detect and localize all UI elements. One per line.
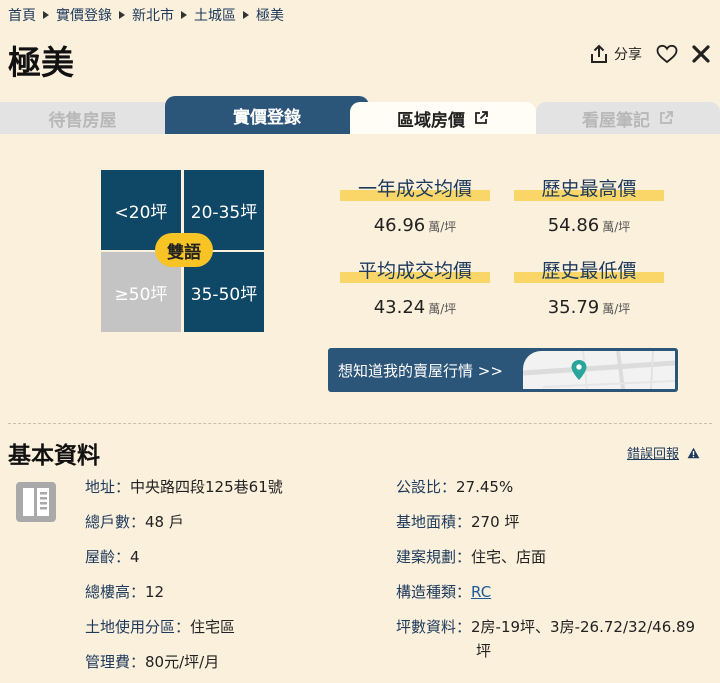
- stat-historic-high: 歷史最高價 54.86 萬/坪: [514, 174, 664, 236]
- stat-unit: 萬/坪: [602, 220, 631, 234]
- stat-historic-low: 歷史最低價 35.79 萬/坪: [514, 256, 664, 318]
- breadcrumb-city[interactable]: 新北市: [132, 5, 174, 25]
- field-key: 坪數資料：: [396, 618, 472, 636]
- stat-unit: 萬/坪: [602, 302, 631, 316]
- external-link-icon: [658, 110, 674, 126]
- field-public-ratio: 公設比：27.45%: [396, 476, 513, 498]
- field-value: 2房-19坪、3房-26.72/32/46.89: [471, 618, 696, 636]
- field-project-planning: 建案規劃：住宅、店面: [396, 546, 546, 568]
- stat-unit: 萬/坪: [428, 220, 457, 234]
- field-total-units: 總戶數：48 戶: [85, 511, 184, 533]
- stat-number: 43.24: [373, 297, 426, 318]
- field-key: 屋齡：: [85, 548, 131, 566]
- sell-price-banner[interactable]: 想知道我的賣屋行情 >>: [328, 348, 678, 392]
- close-icon: [692, 45, 710, 63]
- field-value: 270 坪: [471, 513, 520, 531]
- breadcrumb-arrow-icon: [119, 11, 125, 19]
- map-illustration: [522, 350, 676, 390]
- field-key: 管理費：: [85, 653, 146, 671]
- tab-bar: 待售房屋 看屋筆記 區域房價 實價登錄: [0, 96, 720, 134]
- tab-label: 區域房價: [397, 110, 465, 131]
- field-land-area: 基地面積：270 坪: [396, 511, 519, 533]
- field-floor-area-data-cont: 坪: [476, 640, 491, 662]
- field-value: 4: [130, 548, 140, 566]
- structure-link[interactable]: RC: [471, 583, 491, 601]
- field-key: 總樓高：: [85, 583, 146, 601]
- tab-label: 看屋筆記: [582, 110, 650, 131]
- external-link-icon: [473, 110, 489, 126]
- field-value: 12: [145, 583, 165, 601]
- stat-label: 歷史最高價: [514, 174, 664, 201]
- stat-value: 54.86 萬/坪: [514, 215, 664, 236]
- field-key: 構造種類：: [396, 583, 472, 601]
- stat-value: 46.96 萬/坪: [340, 215, 490, 236]
- stat-number: 46.96: [373, 215, 426, 236]
- stat-value: 35.79 萬/坪: [514, 297, 664, 318]
- stat-one-year-avg: 一年成交均價 46.96 萬/坪: [340, 174, 490, 236]
- share-label: 分享: [614, 47, 642, 63]
- field-value: 住宅區: [190, 618, 236, 636]
- breadcrumb-home[interactable]: 首頁: [8, 5, 36, 25]
- breadcrumb-district[interactable]: 土城區: [194, 5, 236, 25]
- stat-label: 一年成交均價: [340, 174, 490, 201]
- stat-label: 歷史最低價: [514, 256, 664, 283]
- field-management-fee: 管理費：80元/坪/月: [85, 651, 219, 673]
- field-total-floors: 總樓高：12: [85, 581, 164, 603]
- section-divider: [8, 423, 712, 424]
- share-icon: [591, 44, 607, 63]
- breadcrumb: 首頁 實價登錄 新北市 土城區 極美: [8, 5, 284, 25]
- page-title: 極美: [8, 43, 74, 82]
- building-info-icon: [16, 482, 56, 526]
- field-key: 土地使用分區：: [85, 618, 191, 636]
- breadcrumb-arrow-icon: [243, 11, 249, 19]
- share-button[interactable]: 分享: [590, 44, 642, 64]
- banner-label: 想知道我的賣屋行情 >>: [338, 361, 503, 380]
- breadcrumb-arrow-icon: [181, 11, 187, 19]
- field-value: 中央路四段125巷61號: [130, 478, 283, 496]
- tab-label: 實價登錄: [233, 107, 301, 128]
- field-address: 地址：中央路四段125巷61號: [85, 476, 283, 498]
- header-actions: 分享: [590, 44, 710, 64]
- bilingual-badge: 雙語: [155, 233, 213, 267]
- stat-value: 43.24 萬/坪: [340, 297, 490, 318]
- field-floor-area-data: 坪數資料：2房-19坪、3房-26.72/32/46.89: [396, 616, 695, 638]
- warning-icon: [687, 447, 700, 458]
- field-key: 地址：: [85, 478, 131, 496]
- favorite-button[interactable]: [656, 44, 678, 64]
- map-pin-icon: [571, 360, 587, 380]
- stat-number: 54.86: [547, 215, 600, 236]
- stat-unit: 萬/坪: [428, 302, 457, 316]
- field-value: 80元/坪/月: [145, 653, 220, 671]
- breadcrumb-current[interactable]: 極美: [256, 5, 284, 25]
- field-key: 基地面積：: [396, 513, 472, 531]
- stat-average: 平均成交均價 43.24 萬/坪: [340, 256, 490, 318]
- tab-area-price[interactable]: 區域房價: [350, 102, 536, 134]
- field-key: 總戶數：: [85, 513, 146, 531]
- field-building-age: 屋齡：4: [85, 546, 140, 568]
- breadcrumb-price-registry[interactable]: 實價登錄: [56, 5, 112, 25]
- stat-label: 平均成交均價: [340, 256, 490, 283]
- section-title: 基本資料: [8, 443, 100, 469]
- field-structure-type: 構造種類：RC: [396, 581, 491, 603]
- tab-price-registry[interactable]: 實價登錄: [165, 96, 369, 134]
- report-error-link[interactable]: 錯誤回報: [627, 443, 700, 462]
- field-key: 公設比：: [396, 478, 457, 496]
- report-label: 錯誤回報: [626, 447, 679, 462]
- map-thumbnail: [522, 350, 676, 390]
- field-value: 48 戶: [145, 513, 184, 531]
- close-button[interactable]: [692, 45, 710, 63]
- breadcrumb-arrow-icon: [43, 11, 49, 19]
- field-value: 27.45%: [456, 478, 514, 496]
- field-key: 建案規劃：: [396, 548, 472, 566]
- field-value: 坪: [476, 642, 492, 660]
- field-land-zoning: 土地使用分區：住宅區: [85, 616, 235, 638]
- tab-for-sale[interactable]: 待售房屋: [0, 102, 165, 134]
- stat-number: 35.79: [547, 297, 600, 318]
- tab-label: 待售房屋: [48, 110, 117, 131]
- size-filter-grid: <20坪 20-35坪 ≥50坪 35-50坪 雙語: [101, 170, 264, 332]
- tab-viewing-notes[interactable]: 看屋筆記: [536, 102, 720, 134]
- heart-icon: [656, 44, 678, 64]
- field-value: 住宅、店面: [471, 548, 547, 566]
